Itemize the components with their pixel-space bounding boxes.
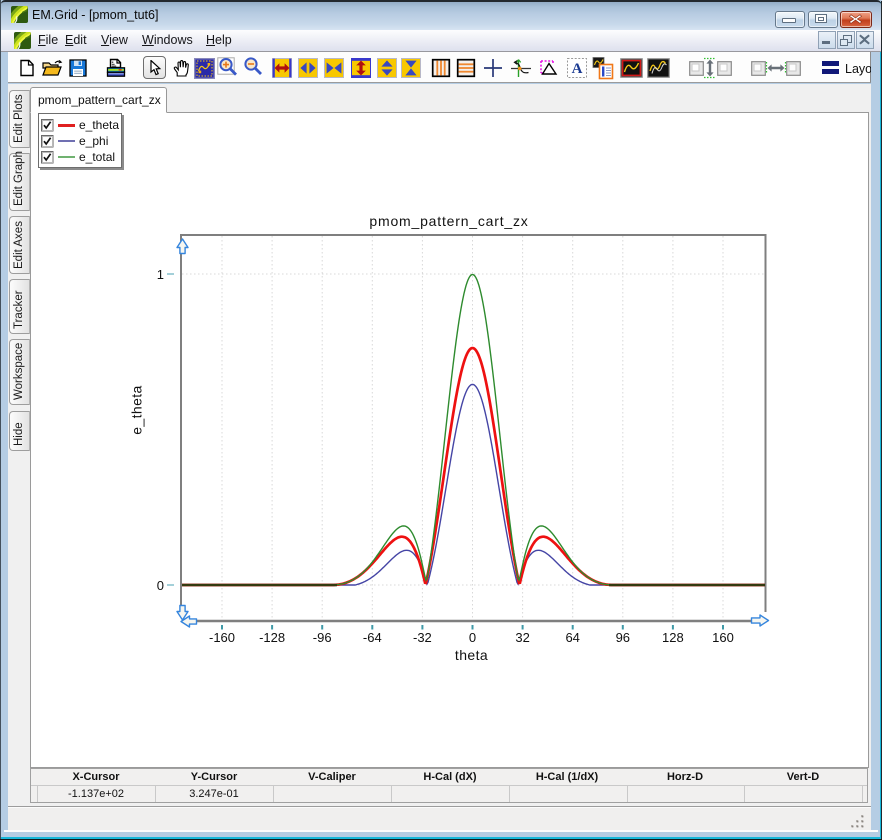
svg-text:-96: -96: [313, 630, 332, 645]
svg-text:-160: -160: [209, 630, 235, 645]
svg-text:128: 128: [662, 630, 684, 645]
svg-text:64: 64: [565, 630, 579, 645]
svg-text:e_theta: e_theta: [129, 385, 145, 435]
svg-text:160: 160: [712, 630, 734, 645]
svg-text:32: 32: [515, 630, 529, 645]
svg-text:theta: theta: [455, 647, 488, 663]
svg-text:1: 1: [157, 267, 164, 282]
svg-text:0: 0: [157, 578, 164, 593]
svg-text:pmom_pattern_cart_zx: pmom_pattern_cart_zx: [369, 213, 528, 229]
svg-text:-128: -128: [259, 630, 285, 645]
svg-text:-32: -32: [413, 630, 432, 645]
svg-text:-64: -64: [363, 630, 382, 645]
svg-text:0: 0: [469, 630, 476, 645]
svg-text:A: A: [572, 61, 583, 77]
svg-text:96: 96: [616, 630, 630, 645]
